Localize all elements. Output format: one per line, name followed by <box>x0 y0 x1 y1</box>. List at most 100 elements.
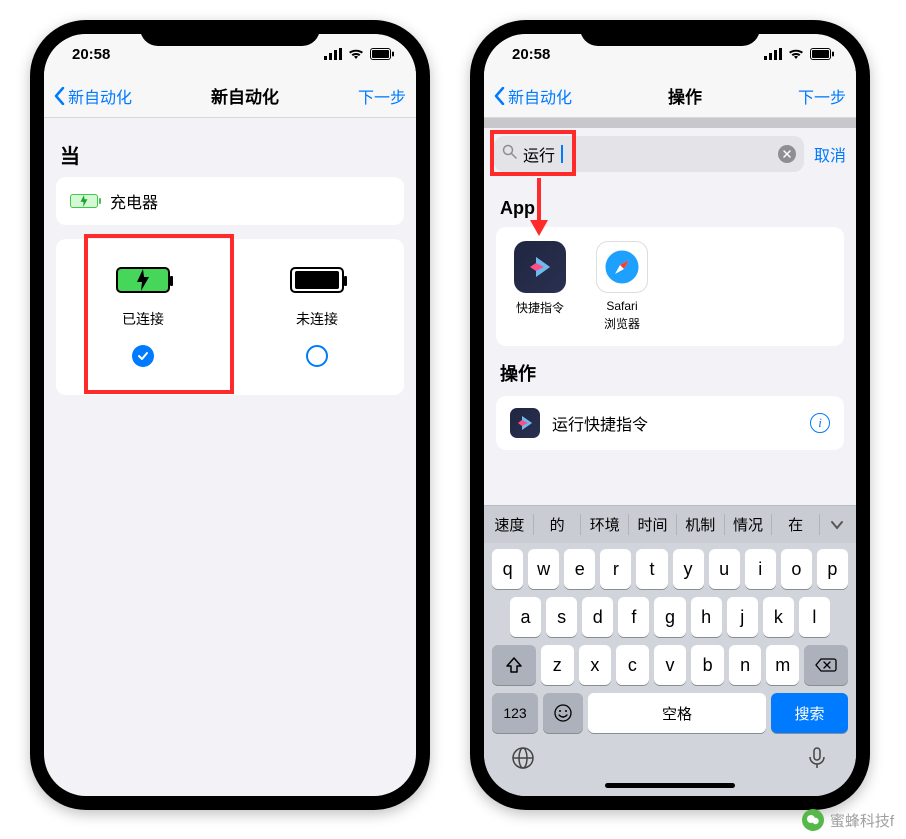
key-u[interactable]: u <box>709 549 740 589</box>
key-o[interactable]: o <box>781 549 812 589</box>
phone-right: 20:58 新自动化 操作 <box>470 20 870 810</box>
nav-bar: 新自动化 新自动化 下一步 <box>44 74 416 118</box>
section-when-label: 当 <box>60 140 400 169</box>
key-space[interactable]: 空格 <box>588 693 766 733</box>
key-l[interactable]: l <box>799 597 830 637</box>
key-i[interactable]: i <box>745 549 776 589</box>
app-safari[interactable]: Safari 浏览器 <box>592 241 652 332</box>
key-r[interactable]: r <box>600 549 631 589</box>
key-p[interactable]: p <box>817 549 848 589</box>
key-j[interactable]: j <box>727 597 758 637</box>
option-disconnected[interactable]: 未连接 <box>230 259 404 375</box>
highlight-connected <box>84 234 234 394</box>
key-row-1: q w e r t y u i o p <box>488 549 852 589</box>
charger-icon <box>70 194 98 208</box>
app-shortcuts[interactable]: 快捷指令 <box>510 241 570 332</box>
signal-icon <box>764 48 782 60</box>
suggestion[interactable]: 时间 <box>629 514 677 535</box>
key-n[interactable]: n <box>729 645 762 685</box>
content-left: 当 充电器 已连接 <box>44 118 416 796</box>
suggestion[interactable]: 机制 <box>677 514 725 535</box>
home-indicator[interactable] <box>605 783 735 788</box>
watermark: 蜜蜂科技f <box>802 809 894 831</box>
key-search[interactable]: 搜索 <box>771 693 848 733</box>
status-time: 20:58 <box>512 46 550 63</box>
signal-icon <box>324 48 342 60</box>
suggestion[interactable]: 在 <box>772 514 820 535</box>
back-button[interactable]: 新自动化 <box>494 84 572 108</box>
key-row-4: 123 空格 搜索 <box>488 693 852 733</box>
action-run-label: 运行快捷指令 <box>552 411 648 435</box>
back-button[interactable]: 新自动化 <box>54 84 132 108</box>
search-row: 运行 取消 <box>484 128 856 180</box>
notch <box>580 20 760 46</box>
suggestion-bar: 速度 的 环境 时间 机制 情况 在 <box>484 505 856 543</box>
info-button[interactable]: i <box>810 413 830 433</box>
key-t[interactable]: t <box>636 549 667 589</box>
key-v[interactable]: v <box>654 645 687 685</box>
wifi-icon <box>788 48 804 60</box>
key-123[interactable]: 123 <box>492 693 538 733</box>
key-w[interactable]: w <box>528 549 559 589</box>
suggestion[interactable]: 情况 <box>725 514 773 535</box>
key-emoji[interactable] <box>543 693 583 733</box>
charger-label: 充电器 <box>110 189 158 213</box>
highlight-search <box>490 130 576 176</box>
key-f[interactable]: f <box>618 597 649 637</box>
screen-left: 20:58 新自动化 新自动化 <box>44 34 416 796</box>
key-shift[interactable] <box>492 645 536 685</box>
next-button[interactable]: 下一步 <box>798 84 846 108</box>
keyboard: 速度 的 环境 时间 机制 情况 在 q w e r <box>484 505 856 796</box>
key-y[interactable]: y <box>673 549 704 589</box>
key-k[interactable]: k <box>763 597 794 637</box>
watermark-text: 蜜蜂科技f <box>830 810 894 831</box>
shortcuts-app-icon <box>514 241 566 293</box>
back-label: 新自动化 <box>68 84 132 108</box>
suggestion[interactable]: 的 <box>534 514 582 535</box>
key-d[interactable]: d <box>582 597 613 637</box>
suggestion[interactable]: 速度 <box>486 514 534 535</box>
safari-app-icon <box>596 241 648 293</box>
clear-button[interactable] <box>778 145 796 163</box>
key-s[interactable]: s <box>546 597 577 637</box>
key-b[interactable]: b <box>691 645 724 685</box>
key-h[interactable]: h <box>691 597 722 637</box>
collapse-suggestions-button[interactable] <box>820 520 854 530</box>
action-run-shortcut[interactable]: 运行快捷指令 i <box>496 396 844 450</box>
key-q[interactable]: q <box>492 549 523 589</box>
battery-full-icon <box>290 267 344 293</box>
next-button[interactable]: 下一步 <box>358 84 406 108</box>
charger-card[interactable]: 充电器 <box>56 177 404 225</box>
back-label: 新自动化 <box>508 84 572 108</box>
mic-button[interactable] <box>804 745 830 771</box>
app-safari-label2: 浏览器 <box>604 315 640 332</box>
divider-strip <box>484 118 856 128</box>
key-g[interactable]: g <box>654 597 685 637</box>
wechat-icon <box>802 809 824 831</box>
key-x[interactable]: x <box>579 645 612 685</box>
radio-unchecked[interactable] <box>306 345 328 367</box>
key-m[interactable]: m <box>766 645 799 685</box>
key-z[interactable]: z <box>541 645 574 685</box>
screen-right: 20:58 新自动化 操作 <box>484 34 856 796</box>
battery-status-icon <box>370 48 394 60</box>
cancel-button[interactable]: 取消 <box>814 142 846 166</box>
wifi-icon <box>348 48 364 60</box>
key-c[interactable]: c <box>616 645 649 685</box>
app-safari-label1: Safari <box>606 299 637 313</box>
arrow-icon <box>526 176 552 245</box>
phone-left: 20:58 新自动化 新自动化 <box>30 20 430 810</box>
status-time: 20:58 <box>72 46 110 63</box>
app-shortcuts-label: 快捷指令 <box>516 299 564 316</box>
suggestion[interactable]: 环境 <box>581 514 629 535</box>
key-a[interactable]: a <box>510 597 541 637</box>
globe-button[interactable] <box>510 745 536 771</box>
key-row-3: z x c v b n m <box>488 645 852 685</box>
key-delete[interactable] <box>804 645 848 685</box>
key-e[interactable]: e <box>564 549 595 589</box>
section-actions-label: 操作 <box>500 360 840 386</box>
notch <box>140 20 320 46</box>
status-icons <box>764 48 834 60</box>
status-icons <box>324 48 394 60</box>
nav-title: 操作 <box>668 83 702 108</box>
